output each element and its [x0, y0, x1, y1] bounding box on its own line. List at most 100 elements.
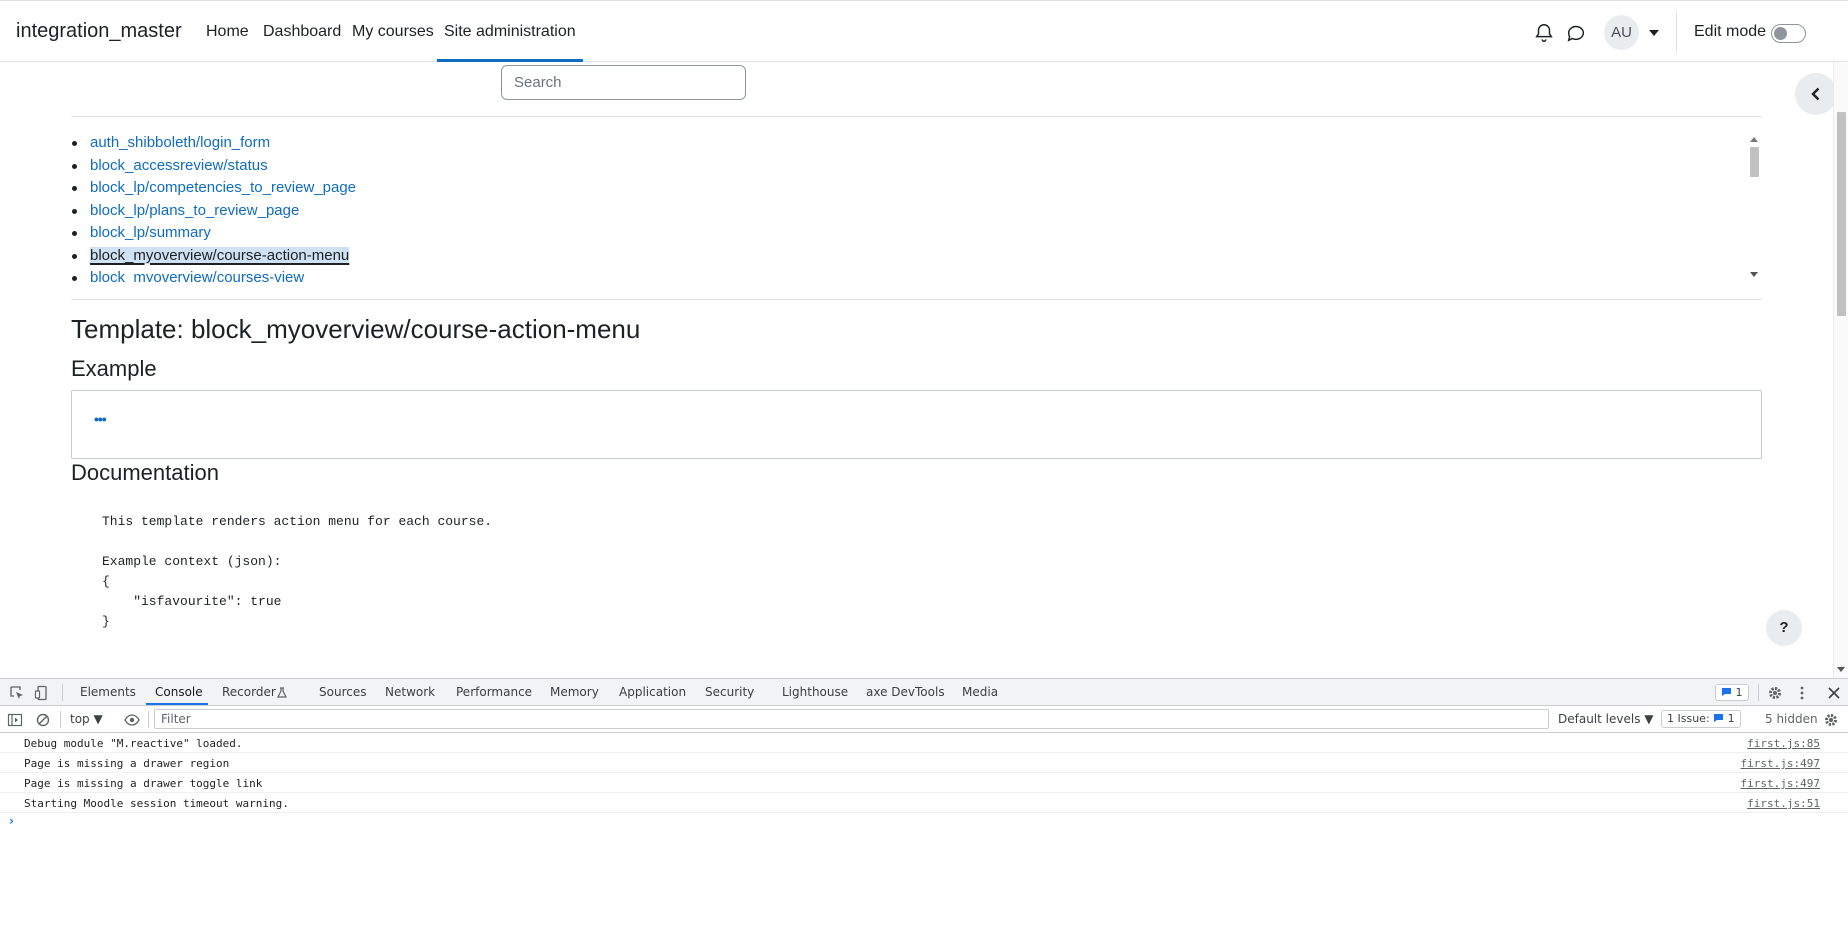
template-link-selected[interactable]: block_myoverview/course-action-menu: [90, 246, 350, 264]
nav-site-administration-label: Site administration: [444, 23, 576, 40]
messages-chat-icon[interactable]: [1565, 22, 1587, 44]
nav-site-administration[interactable]: Site administration: [437, 23, 583, 62]
experimental-flask-icon: [277, 687, 287, 698]
list-item: block_lp/summary: [71, 222, 1762, 245]
edit-mode-label: Edit mode: [1694, 23, 1767, 40]
tab-application[interactable]: Application: [619, 685, 686, 699]
page-scroll-thumb[interactable]: [1837, 112, 1846, 316]
clear-console-icon[interactable]: [35, 712, 51, 728]
message-text: Debug module "M.reactive" loaded.: [24, 737, 243, 750]
example-heading: Example: [71, 356, 157, 381]
close-icon[interactable]: [1826, 685, 1842, 701]
tab-security[interactable]: Security: [705, 685, 754, 699]
toolbar-divider: [62, 684, 63, 701]
tab-elements[interactable]: Elements: [80, 685, 136, 699]
user-menu-caret-icon[interactable]: [1649, 30, 1659, 36]
toolbar-divider: [1758, 684, 1759, 701]
template-link[interactable]: block_lp/summary: [90, 224, 211, 241]
issues-badge[interactable]: 1: [1715, 684, 1749, 701]
help-button[interactable]: ?: [1766, 610, 1802, 646]
documentation-text: This template renders action menu for ea…: [102, 514, 493, 629]
issues-badge-count: 1: [1735, 686, 1743, 699]
user-avatar[interactable]: AU: [1604, 15, 1639, 50]
console-settings-gear-icon[interactable]: [1823, 712, 1839, 728]
more-actions-icon[interactable]: •••: [94, 409, 114, 429]
list-item: block_lp/competencies_to_review_page: [71, 177, 1762, 200]
notifications-bell-icon[interactable]: [1533, 22, 1555, 44]
nav-home[interactable]: Home: [206, 23, 249, 41]
chevron-left-icon: [1811, 87, 1820, 101]
message-text: Page is missing a drawer toggle link: [24, 777, 263, 790]
console-filter-input[interactable]: [154, 709, 1549, 729]
template-list: auth_shibboleth/login_form block_accessr…: [71, 132, 1762, 282]
tab-performance[interactable]: Performance: [456, 685, 532, 699]
nav-my-courses[interactable]: My courses: [352, 23, 434, 41]
list-item: block_lp/plans_to_review_page: [71, 200, 1762, 223]
example-preview-box: •••: [71, 390, 1762, 459]
template-link[interactable]: block_accessreview/status: [90, 157, 268, 174]
template-link[interactable]: block_lp/plans_to_review_page: [90, 202, 299, 219]
tab-media[interactable]: Media: [962, 685, 998, 699]
list-item: block_accessreview/status: [71, 155, 1762, 178]
site-brand[interactable]: integration_master: [16, 20, 182, 43]
hidden-messages-count: 5 hidden: [1765, 712, 1818, 726]
scroll-up-arrow-icon[interactable]: [1750, 137, 1758, 142]
scroll-down-arrow-icon[interactable]: [1750, 272, 1758, 277]
toolbar-divider: [60, 711, 61, 728]
documentation-heading: Documentation: [71, 460, 219, 485]
console-message: Page is missing a drawer region first.js…: [0, 753, 1848, 773]
context-select[interactable]: top ▼: [70, 712, 103, 726]
tab-sources[interactable]: Sources: [319, 685, 366, 699]
list-item: auth_shibboleth/login_form: [71, 132, 1762, 155]
console-prompt[interactable]: ›: [9, 814, 14, 828]
nav-dashboard[interactable]: Dashboard: [263, 23, 341, 41]
navbar-divider: [1676, 11, 1677, 53]
page-scrollbar[interactable]: [1833, 62, 1848, 678]
issues-label: 1 Issue:: [1667, 712, 1710, 725]
tab-axe-devtools[interactable]: axe DevTools: [866, 685, 945, 699]
toolbar-divider: [148, 711, 149, 728]
console-message: Debug module "M.reactive" loaded. first.…: [0, 733, 1848, 753]
divider: [71, 116, 1762, 117]
scroll-thumb[interactable]: [1750, 147, 1759, 177]
page-scroll-down-arrow-icon[interactable]: [1837, 667, 1845, 672]
list-item: block_myoverview/courses-view: [71, 267, 1762, 282]
message-source-link[interactable]: first.js:51: [1747, 797, 1820, 810]
tab-recorder[interactable]: Recorder: [222, 685, 276, 699]
sidebar-toggle-icon[interactable]: [7, 712, 23, 728]
device-toolbar-icon[interactable]: [34, 685, 50, 701]
tab-network[interactable]: Network: [385, 685, 435, 699]
console-message: Starting Moodle session timeout warning.…: [0, 793, 1848, 813]
settings-gear-icon[interactable]: [1767, 685, 1783, 701]
inspect-element-icon[interactable]: [9, 685, 25, 701]
message-icon: [1722, 688, 1731, 696]
message-source-link[interactable]: first.js:85: [1747, 737, 1820, 750]
devtools-tabbar: Elements Console Recorder Sources Networ…: [0, 679, 1848, 706]
issues-button[interactable]: 1 Issue: 1: [1661, 710, 1741, 728]
top-navbar: integration_master Home Dashboard My cou…: [0, 0, 1848, 62]
console-toolbar: top ▼ Default levels ▼ 1 Issue: 1 5 hidd…: [0, 706, 1848, 733]
template-link[interactable]: block_lp/competencies_to_review_page: [90, 179, 356, 196]
list-item-selected: block_myoverview/course-action-menu: [71, 245, 1762, 268]
template-search-input[interactable]: [501, 65, 746, 100]
edit-mode-toggle[interactable]: [1771, 24, 1806, 43]
template-link[interactable]: block_myoverview/courses-view: [90, 269, 304, 282]
template-link[interactable]: auth_shibboleth/login_form: [90, 134, 270, 151]
tab-memory[interactable]: Memory: [550, 685, 599, 699]
more-options-kebab-icon[interactable]: [1794, 685, 1810, 701]
live-expression-eye-icon[interactable]: [124, 712, 140, 728]
issues-count: 1: [1727, 712, 1735, 725]
log-levels-select[interactable]: Default levels ▼: [1558, 712, 1654, 726]
template-list-box[interactable]: auth_shibboleth/login_form block_accessr…: [71, 132, 1762, 282]
template-heading: Template: block_myoverview/course-action…: [71, 314, 641, 344]
drawer-toggle-button[interactable]: [1795, 73, 1837, 115]
active-tab-indicator: [146, 703, 208, 705]
message-source-link[interactable]: first.js:497: [1741, 777, 1820, 790]
message-text: Starting Moodle session timeout warning.: [24, 797, 289, 810]
message-text: Page is missing a drawer region: [24, 757, 230, 770]
message-source-link[interactable]: first.js:497: [1741, 757, 1820, 770]
template-list-scrollbar[interactable]: [1747, 133, 1762, 281]
tab-console[interactable]: Console: [155, 685, 203, 699]
message-icon: [1714, 714, 1724, 722]
tab-lighthouse[interactable]: Lighthouse: [782, 685, 848, 699]
